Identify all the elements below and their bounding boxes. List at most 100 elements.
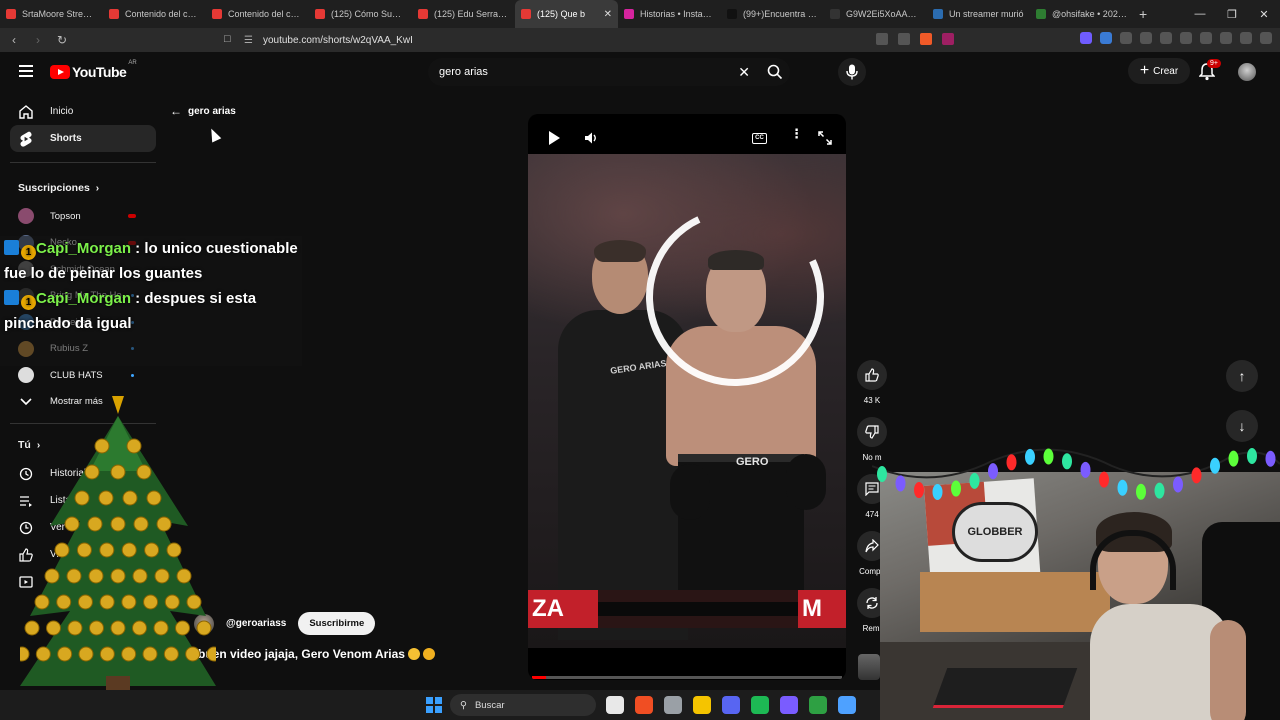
ornament (64, 516, 80, 532)
wallet-icon[interactable] (1200, 32, 1212, 44)
like-icon[interactable] (857, 360, 887, 390)
search-input[interactable]: gero arias (439, 66, 738, 78)
browser-tab[interactable]: (99+)Encuentra 'ka (721, 0, 824, 28)
audio-thumbnail[interactable] (858, 654, 880, 680)
back-link-label: gero arias (188, 105, 236, 117)
ornament (24, 620, 40, 636)
playback-progress-bar[interactable] (532, 676, 842, 679)
taskbar-search[interactable]: ⚲ Buscar (450, 694, 596, 716)
leo-icon[interactable] (1220, 32, 1232, 44)
brave-shield-icon[interactable] (920, 33, 932, 45)
ornament (133, 516, 149, 532)
ornament (163, 646, 179, 662)
light-bulb (969, 472, 980, 489)
shorts-icon (18, 131, 34, 147)
browser-tab[interactable]: (125) Que b ✕ (515, 0, 618, 28)
previous-short-button[interactable]: ↑ (1226, 360, 1258, 392)
ornament (164, 594, 180, 610)
ornament (176, 568, 192, 584)
light-bulb (1265, 450, 1276, 467)
browser-tab[interactable]: SrtaMoore Stream - (0, 0, 103, 28)
sidebar-toggle-icon[interactable] (1180, 32, 1192, 44)
close-window-icon[interactable]: ✕ (1248, 8, 1280, 21)
tab-favicon-icon (315, 9, 325, 19)
music-icon[interactable] (1160, 32, 1172, 44)
browser-tab[interactable]: Contenido del canal (206, 0, 309, 28)
subscriptions-header[interactable]: Suscripciones › (10, 173, 156, 203)
extension-toolbar (1080, 32, 1272, 44)
notifications-bell-icon[interactable]: 9+ (1198, 59, 1221, 81)
forward-arrow-icon[interactable]: › (28, 33, 48, 47)
banner-right-text: M (798, 590, 846, 628)
ornament (98, 490, 114, 506)
bookmark-icon[interactable]: □ (224, 33, 231, 45)
voice-search-icon[interactable] (838, 58, 866, 86)
ornament (142, 646, 158, 662)
light-bulb (877, 466, 887, 482)
browser-tab[interactable]: Contenido del canal (103, 0, 206, 28)
subscriptions-title: Suscripciones (18, 182, 90, 194)
new-tab-button[interactable]: + (1139, 6, 1147, 22)
taskbar-app-icon[interactable] (809, 696, 827, 714)
youtube-logo[interactable]: YouTube AR (50, 60, 137, 80)
ornament (46, 620, 61, 636)
progress-fill (532, 676, 546, 679)
create-button[interactable]: + Crear (1128, 58, 1190, 84)
taskbar-app-icon[interactable] (664, 696, 682, 714)
browser-tab[interactable]: Historias • Instagram (618, 0, 721, 28)
ornament (154, 568, 170, 584)
maximize-icon[interactable]: ❐ (1216, 8, 1248, 21)
taskbar-app-icon[interactable] (722, 696, 740, 714)
extension-icon[interactable] (1080, 32, 1092, 44)
taskbar-app-icon[interactable] (838, 696, 856, 714)
taskbar-app-icon[interactable] (606, 696, 624, 714)
vpn-icon[interactable] (1240, 32, 1252, 44)
browser-tab[interactable]: @ohsifake • 2025 K (1030, 0, 1133, 28)
more-options-icon[interactable]: ⋮ (790, 127, 803, 140)
hamburger-menu-icon[interactable] (19, 65, 33, 77)
back-arrow-icon[interactable]: ‹ (4, 33, 24, 47)
install-icon[interactable] (876, 33, 888, 45)
back-to-search-link[interactable]: ← gero arias (170, 104, 236, 118)
browser-tab[interactable]: (125) Edu Serrano - (412, 0, 515, 28)
extension-icon[interactable] (1100, 32, 1112, 44)
extension-icon[interactable] (1120, 32, 1132, 44)
taskbar-app-icon[interactable] (780, 696, 798, 714)
tab-favicon-icon (1036, 9, 1046, 19)
brave-rewards-icon[interactable] (942, 33, 954, 45)
like-button[interactable]: 43 K (852, 360, 892, 405)
sidebar-item-shorts[interactable]: Shorts (10, 125, 156, 152)
close-tab-icon[interactable]: ✕ (604, 9, 612, 20)
site-settings-icon[interactable]: ☰ (244, 35, 253, 46)
menu-icon[interactable] (1260, 32, 1272, 44)
browser-tab[interactable]: G9W2Ei5XoAAB9-h (824, 0, 927, 28)
url-field[interactable]: ☰ youtube.com/shorts/w2qVAA_KwI (244, 30, 964, 50)
taskbar-app-icon[interactable] (693, 696, 711, 714)
shorts-player[interactable]: GERO ARIAS GERO ZA M CC ⋮ (528, 114, 846, 680)
captions-icon[interactable]: CC (752, 133, 767, 144)
subscription-item[interactable]: Topson (10, 203, 156, 230)
streamer-figure (1090, 512, 1250, 720)
ornament (35, 646, 51, 662)
fullscreen-icon[interactable] (818, 131, 832, 150)
play-icon[interactable] (549, 131, 560, 145)
create-label: Crear (1153, 65, 1179, 77)
browser-tab[interactable]: Un streamer murió (927, 0, 1030, 28)
reload-icon[interactable]: ↻ (52, 33, 72, 47)
browser-tab[interactable]: (125) Cómo Subir V (309, 0, 412, 28)
search-box[interactable]: gero arias ✕ (428, 58, 790, 86)
clear-search-icon[interactable]: ✕ (738, 64, 750, 81)
subscribe-button[interactable]: Suscribirme (298, 612, 376, 635)
share-page-icon[interactable] (898, 33, 910, 45)
channel-handle[interactable]: @geroariass (226, 618, 286, 629)
volume-icon[interactable] (584, 131, 598, 150)
sidebar-item-inicio[interactable]: Inicio (10, 98, 156, 125)
extension-icon[interactable] (1140, 32, 1152, 44)
taskbar-app-icon[interactable] (635, 696, 653, 714)
taskbar-app-icon[interactable] (751, 696, 769, 714)
minimize-icon[interactable]: — (1184, 8, 1216, 20)
search-icon[interactable] (760, 58, 790, 86)
windows-start-icon[interactable] (426, 697, 442, 713)
account-avatar[interactable] (1238, 63, 1256, 81)
tab-favicon-icon (109, 9, 119, 19)
